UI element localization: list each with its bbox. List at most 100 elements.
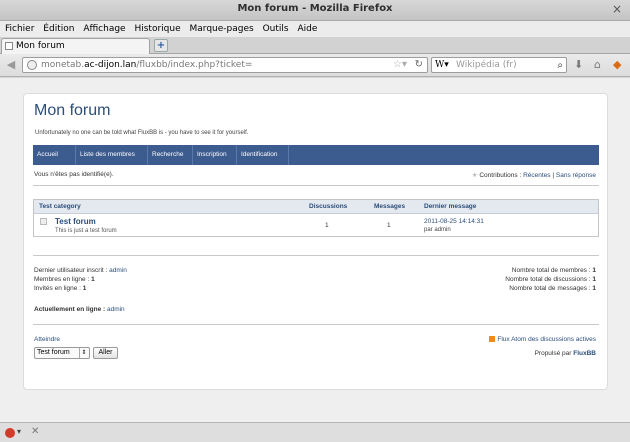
home-icon[interactable]: ⌂: [594, 58, 601, 71]
unanswered-link[interactable]: Sans réponse: [556, 172, 596, 179]
window-title: Mon forum - Mozilla Firefox: [237, 3, 393, 14]
nav-login[interactable]: Identification: [237, 145, 289, 165]
stat-total-posts: Nombre total de messages : 1: [509, 285, 596, 292]
stat-members-online: Membres en ligne : 1: [34, 276, 95, 283]
close-icon[interactable]: ×: [612, 2, 622, 16]
addon-bar: ▾ ✕: [0, 422, 630, 442]
forum-status-icon: [40, 218, 47, 225]
rss-feed-link[interactable]: Flux Atom des discussions actives: [489, 336, 596, 343]
contrib-separator: |: [552, 172, 555, 179]
stat-total-topics: Nombre total de discussions : 1: [505, 276, 596, 283]
nav-register[interactable]: Inscription: [193, 145, 237, 165]
stat-members-online-label: Membres en ligne :: [34, 276, 90, 283]
messages-count: 1: [387, 222, 391, 229]
rss-icon: [489, 336, 496, 342]
forum-description: Unfortunately no one can be told what Fl…: [35, 130, 249, 136]
forum-title[interactable]: Mon forum: [34, 102, 110, 120]
stat-guests-online-label: Invités en ligne :: [34, 285, 81, 292]
forum-row-desc: This is just a test forum: [55, 228, 117, 234]
stat-total-topics-label: Nombre total de discussions :: [505, 276, 591, 283]
stat-guests-online-value: 1: [82, 285, 87, 292]
menu-bar: Fichier Édition Affichage Historique Mar…: [0, 21, 630, 37]
chevron-updown-icon: ⇕: [79, 348, 88, 358]
stat-total-posts-label: Nombre total de messages :: [509, 285, 591, 292]
powered-by: Propulsé par FluxBB: [535, 350, 596, 357]
divider: [33, 255, 599, 256]
url-domain: ac-dijon.lan: [84, 60, 137, 70]
tab-title: Mon forum: [16, 41, 65, 51]
divider: [33, 324, 599, 325]
adblock-icon[interactable]: [5, 428, 15, 438]
menu-marque-pages[interactable]: Marque-pages: [190, 21, 254, 37]
tab-mon-forum[interactable]: Mon forum: [1, 38, 150, 54]
menu-affichage[interactable]: Affichage: [83, 21, 125, 37]
forum-link[interactable]: Test forum: [55, 217, 96, 226]
divider: [33, 185, 599, 186]
col-discussions: Discussions: [309, 203, 348, 210]
nav-accueil[interactable]: Accueil: [33, 145, 76, 165]
url-prefix: monetab.: [41, 60, 85, 70]
col-last-post: Dernier message: [424, 203, 477, 210]
contributions-links: ★ Contributions : Récentes | Sans répons…: [472, 171, 596, 179]
jump-label: Atteindre: [34, 336, 61, 343]
category-name: Test category: [39, 203, 81, 210]
menu-aide[interactable]: Aide: [297, 21, 317, 37]
stat-total-members-label: Nombre total de membres :: [511, 267, 591, 274]
url-path: /fluxbb/index.php?ticket=: [136, 60, 253, 70]
tab-bar: Mon forum +: [0, 37, 630, 54]
stat-last-user-label: Dernier utilisateur inscrit :: [34, 267, 108, 274]
go-button[interactable]: Aller: [93, 347, 118, 359]
chevron-down-icon[interactable]: ▾: [17, 427, 21, 436]
reload-icon[interactable]: ↻: [415, 58, 423, 72]
stat-total-posts-value: 1: [592, 285, 596, 292]
page-viewport: Mon forum Unfortunately no one can be to…: [0, 78, 630, 422]
menu-fichier[interactable]: Fichier: [5, 21, 34, 37]
download-icon[interactable]: ⬇: [574, 58, 583, 71]
back-arrow-icon[interactable]: ◀: [3, 58, 19, 73]
window-titlebar: Mon forum - Mozilla Firefox ×: [0, 0, 630, 21]
forum-jump-select[interactable]: Test forum ⇕: [34, 347, 90, 359]
forum-container: Mon forum Unfortunately no one can be to…: [23, 93, 608, 390]
nav-search[interactable]: Recherche: [148, 145, 193, 165]
forum-jump-value: Test forum: [37, 349, 70, 356]
login-status: Vous n'êtes pas identifié(e).: [34, 171, 114, 178]
search-bar[interactable]: W▾ Wikipédia (fr) ⌕: [431, 57, 567, 73]
table-row: Test forum This is just a test forum 1 1…: [34, 214, 598, 236]
category-header: Test category Discussions Messages Derni…: [34, 200, 598, 214]
globe-icon: [27, 60, 37, 70]
menu-edition[interactable]: Édition: [43, 21, 74, 37]
addon-icon[interactable]: ◆: [613, 58, 621, 71]
last-post-link[interactable]: 2011-08-25 14:14:31: [424, 218, 484, 225]
menu-outils[interactable]: Outils: [263, 21, 289, 37]
new-tab-button[interactable]: +: [154, 39, 168, 52]
stat-online-now: Actuellement en ligne : admin: [34, 306, 125, 313]
stat-total-members-value: 1: [592, 267, 596, 274]
star-icon: ★: [471, 172, 478, 179]
nav-members[interactable]: Liste des membres: [76, 145, 148, 165]
stat-total-topics-value: 1: [592, 276, 596, 283]
url-bar[interactable]: monetab.ac-dijon.lan/fluxbb/index.php?ti…: [22, 57, 428, 73]
menu-historique[interactable]: Historique: [134, 21, 180, 37]
stat-last-user: Dernier utilisateur inscrit : admin: [34, 267, 127, 274]
search-engine-label: W: [435, 60, 445, 70]
stat-total-members: Nombre total de membres : 1: [512, 267, 596, 274]
col-messages: Messages: [374, 203, 406, 210]
page-icon: [5, 42, 13, 50]
close-icon[interactable]: ✕: [31, 426, 39, 437]
forum-nav: Accueil Liste des membres Recherche Insc…: [33, 145, 599, 165]
discussions-count: 1: [325, 222, 329, 229]
search-engine-icon[interactable]: W▾: [435, 58, 449, 72]
stat-online-now-label: Actuellement en ligne :: [34, 306, 106, 313]
bookmark-star-icon[interactable]: ☆▾: [393, 58, 407, 72]
online-user-link[interactable]: admin: [107, 306, 125, 313]
last-post-author: par admin: [424, 227, 451, 233]
recent-link[interactable]: Récentes: [523, 172, 550, 179]
search-icon[interactable]: ⌕: [557, 59, 563, 73]
powered-label: Propulsé par: [534, 350, 572, 357]
stat-guests-online: Invités en ligne : 1: [34, 285, 86, 292]
rss-label: Flux Atom des discussions actives: [497, 336, 596, 343]
fluxbb-link[interactable]: FluxBB: [573, 350, 596, 357]
search-placeholder: Wikipédia (fr): [456, 60, 517, 70]
navigation-toolbar: ◀ monetab.ac-dijon.lan/fluxbb/index.php?…: [0, 54, 630, 77]
last-user-link[interactable]: admin: [109, 267, 127, 274]
